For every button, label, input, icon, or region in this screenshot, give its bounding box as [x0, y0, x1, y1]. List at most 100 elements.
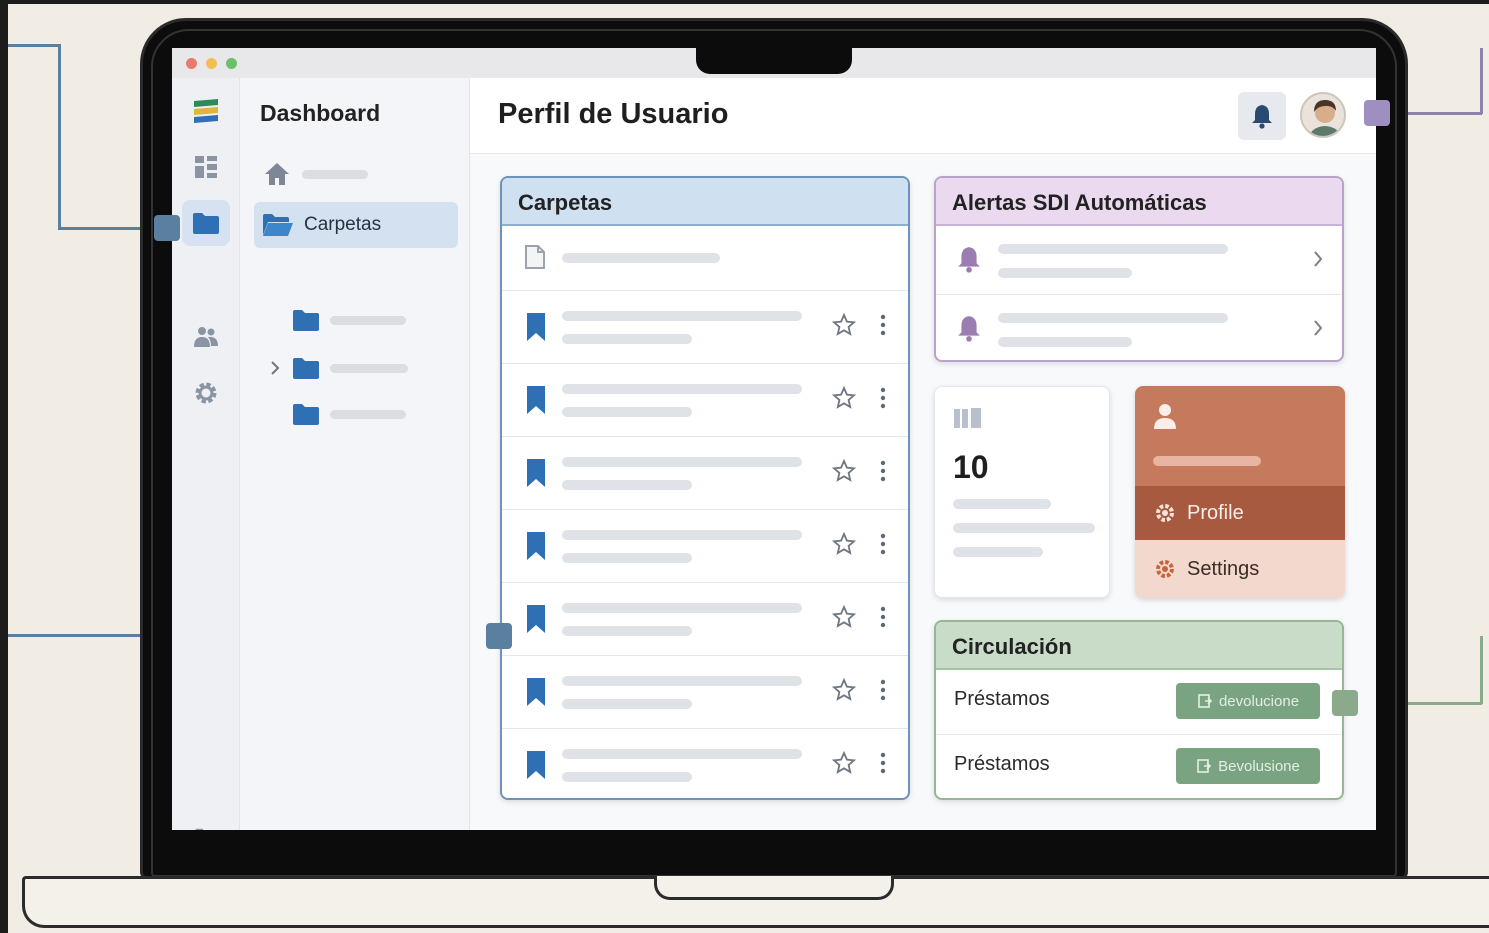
annotation-handle [486, 623, 512, 649]
menu-item-label: Profile [1187, 501, 1244, 524]
placeholder-text [330, 363, 408, 373]
close-window-button[interactable] [186, 58, 197, 69]
sidebar-item-subfolder[interactable] [268, 356, 408, 380]
bookmark-icon [527, 313, 545, 341]
circulation-label: Préstamos [954, 688, 1050, 710]
placeholder-text [562, 407, 692, 417]
placeholder-text [1153, 456, 1261, 466]
gear-icon [1156, 560, 1174, 578]
stat-value: 10 [953, 449, 989, 485]
bell-icon [1252, 105, 1272, 129]
maximize-window-button[interactable] [226, 58, 237, 69]
more-options-icon[interactable] [880, 314, 886, 336]
sidebar-item-carpetas[interactable]: Carpetas [254, 202, 458, 248]
bookmark-icon [527, 386, 545, 414]
alert-item[interactable] [936, 226, 1342, 294]
folder-icon [293, 358, 319, 379]
menu-item-settings[interactable]: Settings [1135, 540, 1345, 598]
avatar-icon [1309, 100, 1341, 136]
folders-card-title: Carpetas [502, 178, 908, 226]
circulation-card-title: Circulación [936, 622, 1342, 670]
star-icon[interactable] [832, 678, 856, 702]
list-item[interactable] [502, 728, 908, 798]
placeholder-text [562, 772, 692, 782]
more-options-icon[interactable] [880, 460, 886, 482]
placeholder-text [302, 169, 368, 179]
placeholder-text [998, 337, 1132, 347]
page-title: Perfil de Usuario [498, 98, 729, 130]
return-button-label: devolucione [1218, 692, 1300, 710]
star-icon[interactable] [832, 459, 856, 483]
folder-icon[interactable] [182, 200, 230, 246]
list-item[interactable] [502, 290, 908, 363]
placeholder-text [562, 384, 802, 394]
star-icon[interactable] [832, 605, 856, 629]
logout-icon[interactable] [182, 816, 230, 830]
gear-icon[interactable] [182, 370, 230, 416]
connector-line [8, 44, 60, 47]
chevron-right-icon [1314, 320, 1323, 336]
connector-line [58, 44, 61, 230]
bell-icon [958, 316, 980, 342]
placeholder-text [562, 553, 692, 563]
bookmark-icon [527, 678, 545, 706]
star-icon[interactable] [832, 386, 856, 410]
icon-rail [172, 78, 240, 830]
placeholder-text [562, 603, 802, 613]
more-options-icon[interactable] [880, 533, 886, 555]
placeholder-text [330, 409, 406, 419]
camera-notch [696, 44, 852, 74]
app-window: Dashboard Carpetas Perfil de Usuario Car… [172, 48, 1376, 830]
circulation-row: Préstamos devolucione [936, 670, 1342, 734]
profile-icon [1156, 504, 1174, 522]
stat-card: 10 [934, 386, 1110, 598]
return-icon [1198, 694, 1213, 708]
alert-item[interactable] [936, 294, 1342, 360]
placeholder-text [953, 499, 1051, 509]
chevron-right-icon[interactable] [268, 360, 282, 376]
placeholder-text [562, 334, 692, 344]
placeholder-text [562, 530, 802, 540]
placeholder-text [998, 244, 1228, 254]
avatar[interactable] [1300, 92, 1346, 138]
more-options-icon[interactable] [880, 752, 886, 774]
sidebar-item-subfolder[interactable] [292, 308, 406, 332]
annotation-handle [1364, 100, 1390, 126]
star-icon[interactable] [832, 313, 856, 337]
placeholder-text [953, 547, 1043, 557]
notifications-button[interactable] [1238, 92, 1286, 140]
sidebar-item-home[interactable] [264, 162, 368, 186]
folder-tree-panel: Dashboard Carpetas [240, 78, 470, 830]
list-item[interactable] [502, 655, 908, 728]
placeholder-text [562, 676, 802, 686]
return-button[interactable]: Bevolusione [1176, 748, 1320, 784]
menu-item-profile[interactable]: Profile [1135, 486, 1345, 540]
placeholder-text [562, 749, 802, 759]
menu-item-label: Settings [1187, 557, 1260, 580]
bell-icon [958, 247, 980, 273]
return-button[interactable]: devolucione [1176, 683, 1320, 719]
more-options-icon[interactable] [880, 606, 886, 628]
more-options-icon[interactable] [880, 387, 886, 409]
home-icon [265, 163, 289, 185]
sidebar-title: Dashboard [260, 100, 381, 126]
minimize-window-button[interactable] [206, 58, 217, 69]
grid-icon[interactable] [182, 144, 230, 190]
list-item[interactable] [502, 363, 908, 436]
star-icon[interactable] [832, 751, 856, 775]
laptop-base-notch [654, 876, 894, 900]
star-icon[interactable] [832, 532, 856, 556]
sidebar-item-subfolder[interactable] [292, 402, 406, 426]
list-item[interactable] [502, 226, 908, 290]
list-item[interactable] [502, 509, 908, 582]
circulation-row: Préstamos Bevolusione [936, 734, 1342, 798]
alerts-card-title: Alertas SDI Automáticas [936, 178, 1342, 226]
list-item[interactable] [502, 582, 908, 655]
file-icon [525, 245, 545, 269]
books-icon [954, 408, 981, 428]
list-item[interactable] [502, 436, 908, 509]
placeholder-text [998, 313, 1228, 323]
users-icon[interactable] [182, 314, 230, 360]
more-options-icon[interactable] [880, 679, 886, 701]
placeholder-text [953, 523, 1095, 533]
